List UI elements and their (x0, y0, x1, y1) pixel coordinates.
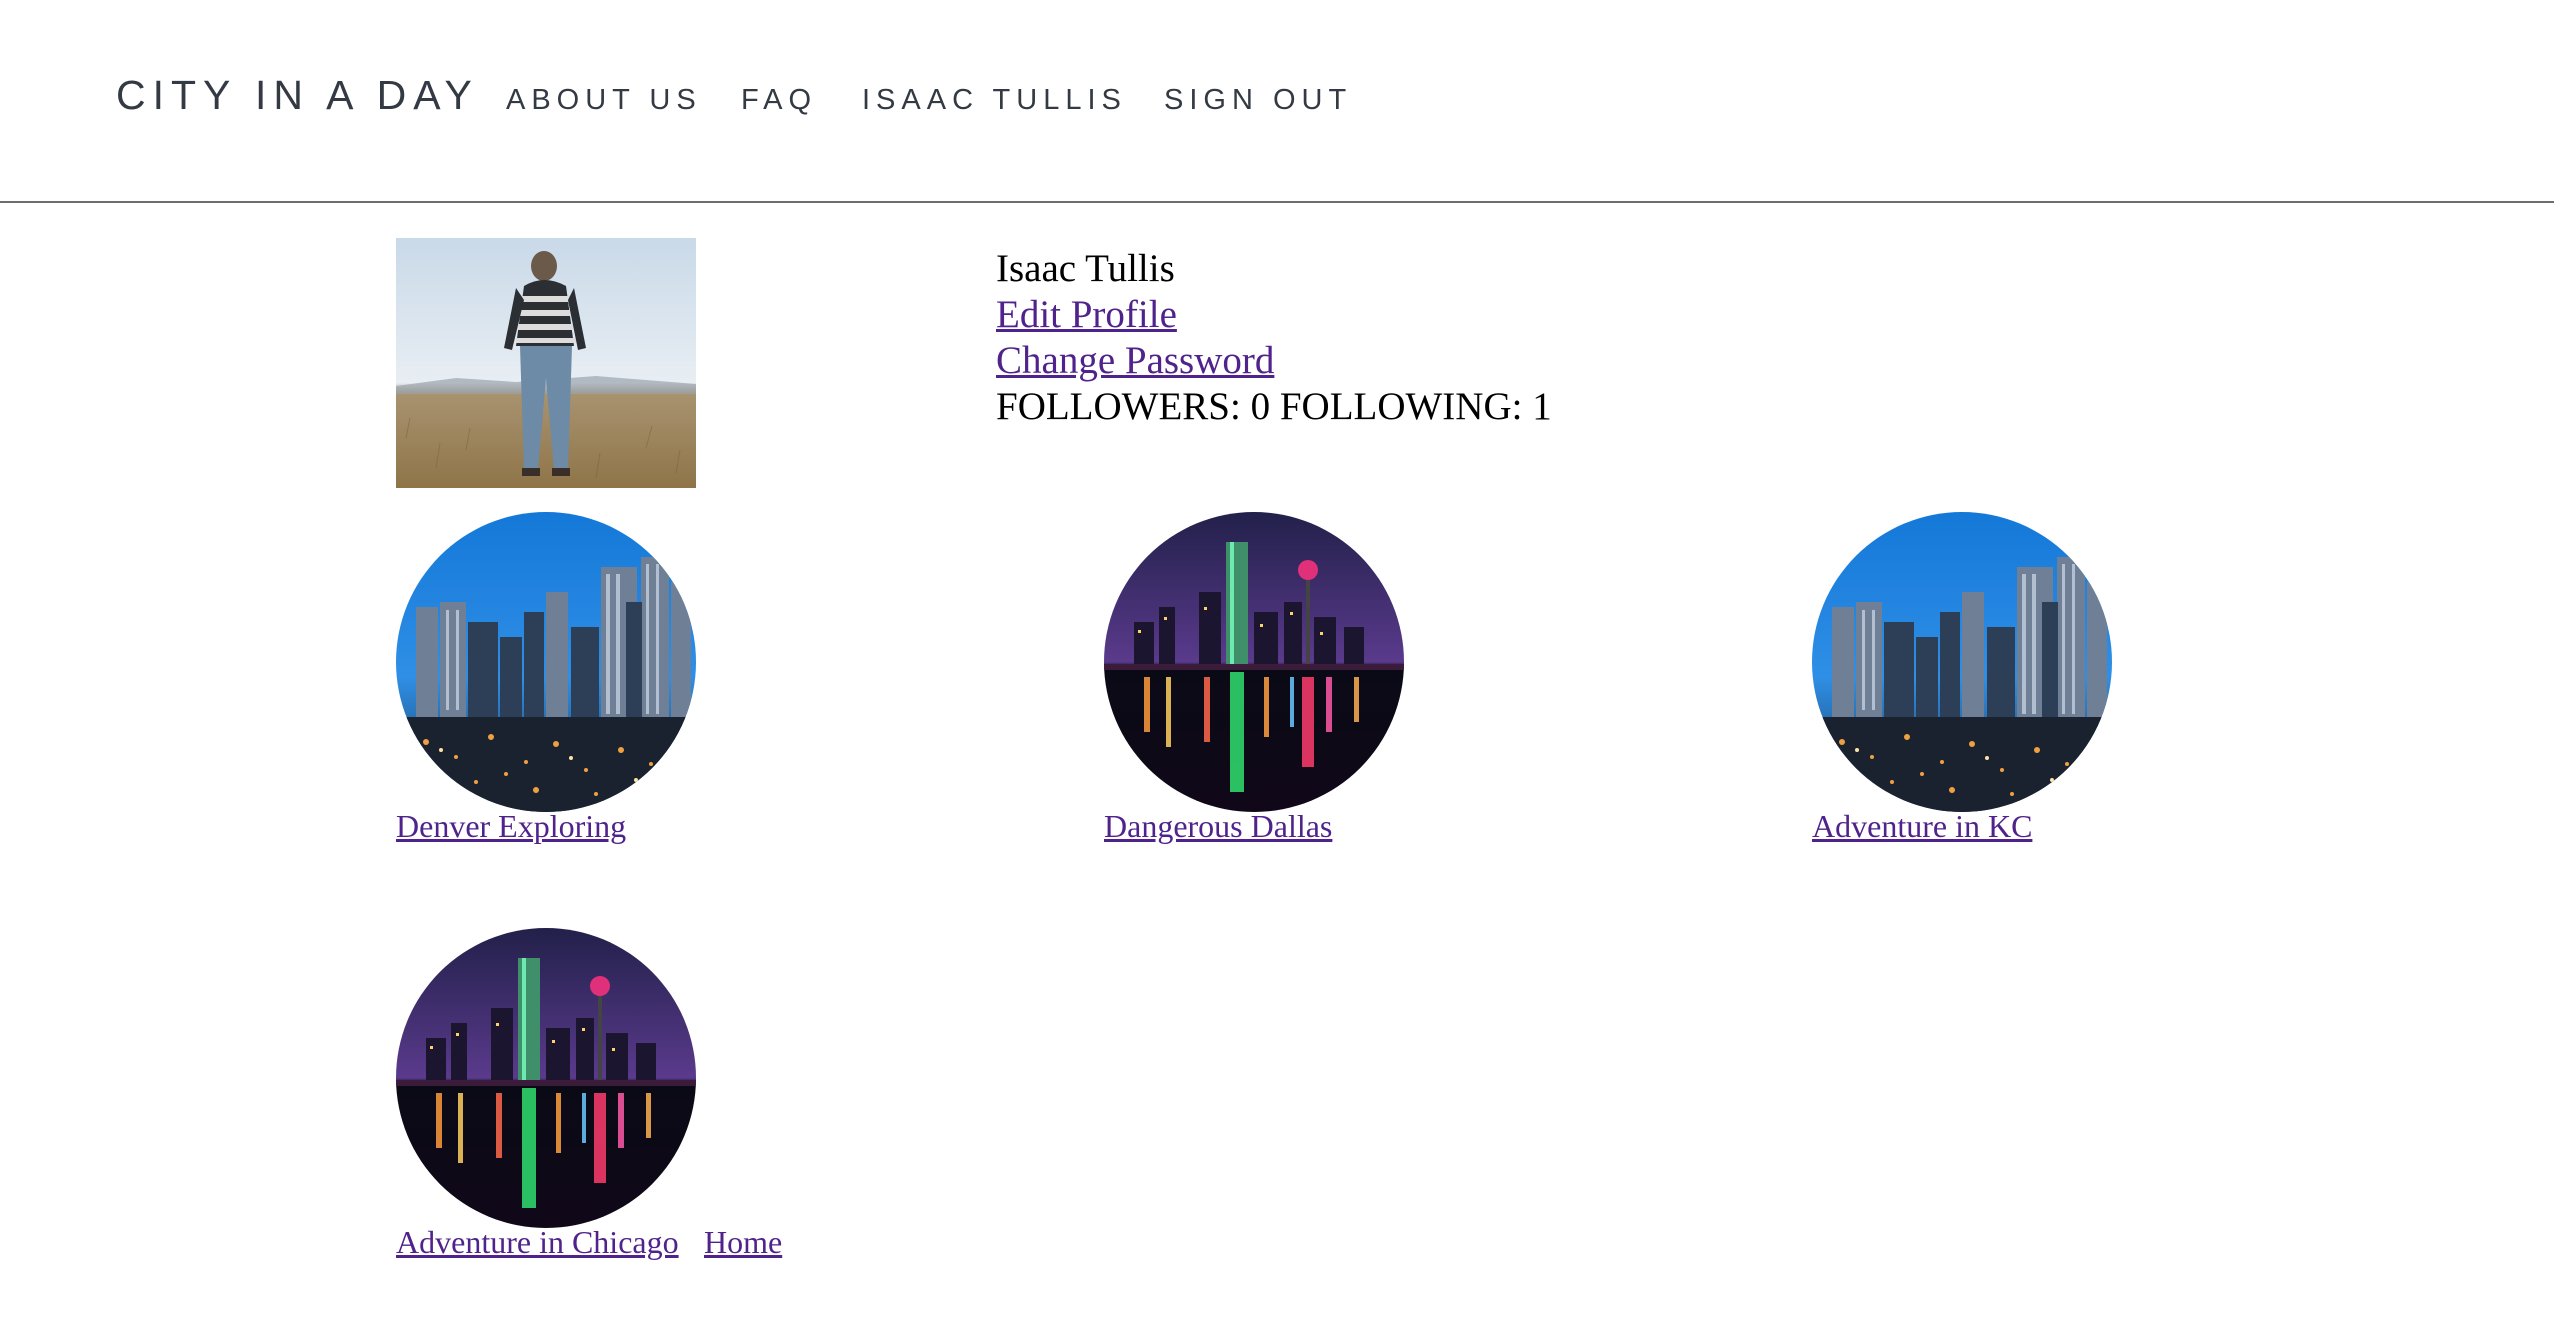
trip-card (1812, 512, 2132, 812)
trip-card (1104, 512, 1424, 812)
follow-stats: FOLLOWERS: 0 FOLLOWING: 1 (996, 385, 1552, 428)
top-navbar: CITY IN A DAY ABOUT US FAQ ISAAC TULLIS … (0, 0, 2554, 203)
trip-link-dallas[interactable]: Dangerous Dallas (1104, 808, 1332, 845)
home-link[interactable]: Home (704, 1224, 782, 1261)
brand-logo-link[interactable]: CITY IN A DAY (116, 72, 479, 119)
edit-profile-link[interactable]: Edit Profile (996, 292, 1552, 338)
trip-link-denver[interactable]: Denver Exploring (396, 808, 626, 845)
trip-image-denver[interactable] (396, 512, 696, 812)
trip-image-kc[interactable] (1812, 512, 2112, 812)
trip-card (396, 512, 716, 812)
nav-faq[interactable]: FAQ (741, 84, 817, 117)
nav-user-profile[interactable]: ISAAC TULLIS (862, 84, 1127, 117)
nav-about-us[interactable]: ABOUT US (506, 84, 702, 117)
change-password-link[interactable]: Change Password (996, 338, 1552, 384)
nav-sign-out[interactable]: SIGN OUT (1164, 84, 1352, 117)
trip-link-chicago[interactable]: Adventure in Chicago (396, 1224, 679, 1261)
trip-image-dallas[interactable] (1104, 512, 1404, 812)
profile-info: Isaac Tullis Edit Profile Change Passwor… (996, 246, 1552, 430)
trip-link-kc[interactable]: Adventure in KC (1812, 808, 2032, 845)
trip-image-chicago[interactable] (396, 928, 696, 1228)
trip-card (396, 928, 716, 1228)
profile-name: Isaac Tullis (996, 247, 1175, 290)
profile-photo (396, 238, 696, 488)
